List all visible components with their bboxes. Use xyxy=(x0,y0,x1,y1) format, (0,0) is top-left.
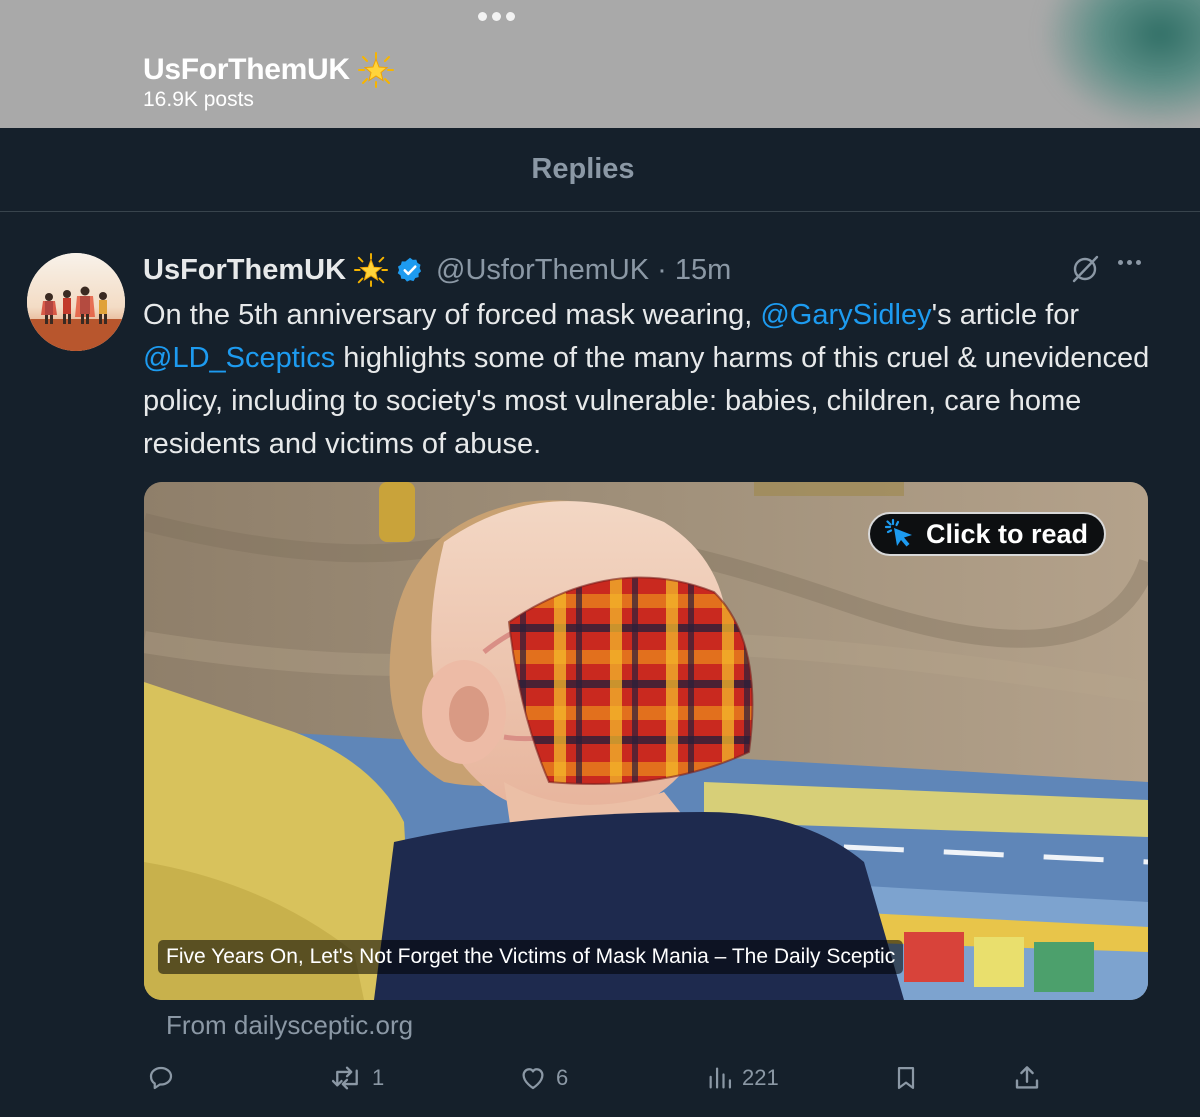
click-to-read-button[interactable]: Click to read xyxy=(868,512,1107,556)
tab-replies[interactable]: Replies xyxy=(531,153,634,186)
grok-icon[interactable] xyxy=(1070,254,1100,284)
cursor-click-icon xyxy=(884,518,912,547)
profile-header: UsForThemUK 16.9K posts xyxy=(0,0,1200,128)
repost-count: 1 xyxy=(372,1065,385,1090)
author-handle[interactable]: @UsforThemUK xyxy=(436,254,649,287)
verified-badge-icon[interactable] xyxy=(396,256,424,284)
glowing-star-icon xyxy=(357,52,394,88)
share-icon xyxy=(1015,1066,1039,1089)
more-options-icon[interactable] xyxy=(1118,260,1141,265)
mention-link-ld-sceptics[interactable]: @LD_Sceptics xyxy=(143,342,335,374)
tweet-text-part: 's article for xyxy=(931,299,1079,331)
tweet-text-part: On the 5th anniversary of forced mask we… xyxy=(143,299,761,331)
header-posts-count: 16.9K posts xyxy=(143,88,254,111)
like-count: 6 xyxy=(556,1065,569,1090)
heart-icon xyxy=(522,1068,544,1090)
avatar[interactable] xyxy=(27,253,125,351)
views-count: 221 xyxy=(742,1065,779,1090)
like-button[interactable]: 6 xyxy=(518,1060,568,1096)
tab-bar: Replies xyxy=(0,128,1200,212)
glowing-star-icon xyxy=(354,253,389,287)
timestamp[interactable]: 15m xyxy=(675,254,731,287)
tweet-header: UsForThemUK @UsforThemUK · 15m xyxy=(143,250,731,290)
card-source-domain[interactable]: From dailysceptic.org xyxy=(166,1010,413,1041)
click-to-read-label: Click to read xyxy=(926,518,1089,549)
views-chart-icon xyxy=(709,1067,732,1089)
reply-button[interactable] xyxy=(146,1060,184,1096)
link-preview-card[interactable]: Click to read Five Years On, Let's Not F… xyxy=(144,482,1148,1000)
repost-icon xyxy=(331,1066,358,1090)
repost-button[interactable]: 1 xyxy=(330,1060,384,1096)
reply-icon xyxy=(149,1066,173,1090)
tweet-text: On the 5th anniversary of forced mask we… xyxy=(143,294,1153,466)
bookmark-button[interactable] xyxy=(892,1060,920,1096)
card-title: Five Years On, Let's Not Forget the Vict… xyxy=(158,940,904,974)
views-button[interactable]: 221 xyxy=(706,1060,779,1096)
article-photo xyxy=(144,482,1148,1000)
bookmark-icon xyxy=(897,1066,915,1090)
header-banner-blur xyxy=(1040,0,1200,128)
author-name[interactable]: UsForThemUK xyxy=(143,254,346,287)
separator-dot: · xyxy=(657,253,667,286)
mention-link-garysidley[interactable]: @GarySidley xyxy=(760,299,931,331)
header-profile-name: UsForThemUK xyxy=(143,53,350,86)
drag-handle-dots-icon[interactable] xyxy=(478,12,515,21)
header-title-row: UsForThemUK xyxy=(143,52,394,88)
share-button[interactable] xyxy=(1012,1060,1042,1096)
